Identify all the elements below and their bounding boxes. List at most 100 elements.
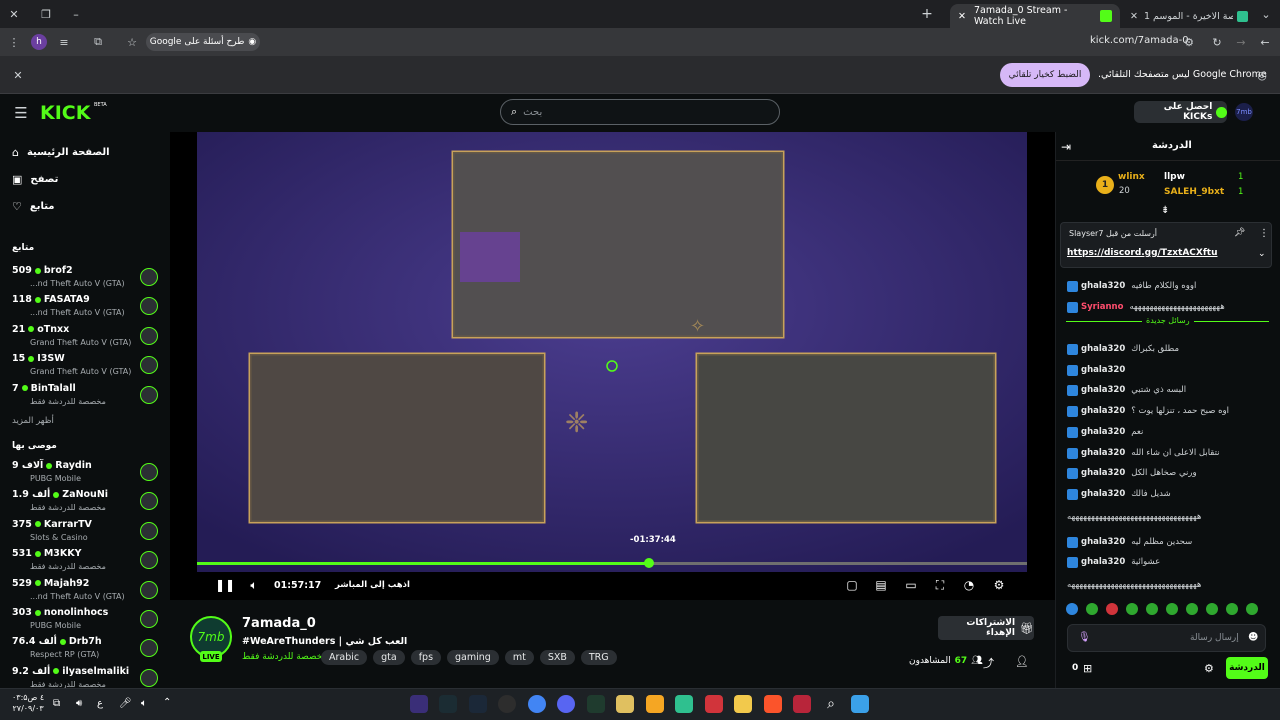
chrome-taskbar-icon[interactable] xyxy=(528,695,546,713)
sidebar-channel[interactable]: 1.9 ألف ZaNouNi مخصصة للدردشة فقط xyxy=(0,488,170,517)
collapse-chat-icon[interactable]: ⇥ xyxy=(1061,140,1071,154)
pinned-menu-icon[interactable]: ⋮ xyxy=(1259,228,1269,239)
emote-icon[interactable] xyxy=(1206,603,1218,615)
file-explorer-icon[interactable] xyxy=(734,695,752,713)
network-icon[interactable]: ⧉ xyxy=(53,698,60,709)
steam-icon[interactable] xyxy=(469,695,487,713)
address-bar[interactable]: kick.com/7amada-0 xyxy=(1090,35,1189,46)
expand-leaderboard-icon[interactable]: ⇟ xyxy=(1161,205,1169,216)
chat-username[interactable]: ghala320 xyxy=(1081,406,1125,416)
keyboard-language[interactable]: ع xyxy=(97,698,103,709)
stream-tag[interactable]: gta xyxy=(373,650,405,665)
sidebar-channel[interactable]: 531 M3KKY مخصصة للدردشة فقط xyxy=(0,547,170,576)
obs-icon[interactable] xyxy=(498,695,516,713)
chat-input[interactable]: 🎙︎ إرسال رسالة ☻ xyxy=(1067,624,1266,652)
site-settings-icon[interactable]: ⚙ xyxy=(1181,34,1197,50)
emote-icon[interactable] xyxy=(1246,603,1258,615)
user-avatar[interactable]: 7mb xyxy=(1235,103,1253,121)
leader-name[interactable]: wlinx xyxy=(1118,172,1145,182)
theater-mode-icon[interactable]: ▤ xyxy=(872,576,890,594)
forward-icon[interactable]: → xyxy=(1233,34,1249,50)
nav-home[interactable]: ⌂ الصفحة الرئيسية xyxy=(12,146,110,159)
close-window-icon[interactable]: ✕ xyxy=(6,6,22,22)
stream-tag[interactable]: SXB xyxy=(539,650,575,665)
app4-icon[interactable] xyxy=(675,695,693,713)
emote-icon[interactable] xyxy=(1186,603,1198,615)
chat-username[interactable]: ghala320 xyxy=(1081,557,1125,567)
quality-icon[interactable]: ◔ xyxy=(960,576,978,594)
stream-tag[interactable]: gaming xyxy=(447,650,499,665)
new-tab-icon[interactable]: + xyxy=(920,6,934,22)
terminal-icon[interactable] xyxy=(439,695,457,713)
share-icon[interactable]: ⤴ xyxy=(983,655,994,671)
minimize-icon[interactable]: – xyxy=(68,6,84,22)
sidebar-channel[interactable]: 7 BinTalall مخصصة للدردشة فقط xyxy=(0,382,170,411)
pause-icon[interactable]: ❚❚ xyxy=(215,576,235,594)
app3-icon[interactable] xyxy=(646,695,664,713)
sidebar-channel[interactable]: 509 brof2 ...nd Theft Auto V (GTA) xyxy=(0,264,170,293)
search-box[interactable]: ⌕ بحث xyxy=(500,99,780,125)
follow-user-icon[interactable]: 👤︎ xyxy=(1015,655,1029,668)
emote-icon[interactable] xyxy=(1106,603,1118,615)
show-more-link[interactable]: أظهر المزيد xyxy=(12,416,54,426)
discord-icon[interactable] xyxy=(557,695,575,713)
sidebar-channel[interactable]: 76.4 ألف Drb7h Respect RP (GTA) xyxy=(0,635,170,664)
leader-name[interactable]: SALEH_9bxt xyxy=(1164,187,1224,197)
emote-icon[interactable] xyxy=(1066,603,1078,615)
leader-name[interactable]: llpw xyxy=(1164,172,1185,182)
tab-search-icon[interactable]: ⌄ xyxy=(1258,6,1274,22)
google-lens-chip[interactable]: ◉ طرح أسئلة على Google xyxy=(146,33,260,51)
kick-logo[interactable]: KICK xyxy=(40,102,90,124)
show-hidden-icons[interactable]: ⌃ xyxy=(163,697,171,708)
close-infobar-icon[interactable]: ✕ xyxy=(10,67,26,83)
chat-username[interactable]: ghala320 xyxy=(1081,344,1125,354)
brave-icon[interactable] xyxy=(764,695,782,713)
app5-icon[interactable] xyxy=(705,695,723,713)
windows-start-icon[interactable] xyxy=(851,695,869,713)
microphone-icon[interactable]: 🎙︎ xyxy=(1078,632,1091,643)
speaker-tray-icon[interactable]: 🔈︎ xyxy=(141,698,147,709)
gift-subs-button[interactable]: 🎁︎ الاشتراكات الإهداء xyxy=(938,616,1034,640)
emoji-picker-icon[interactable]: ☻ xyxy=(1248,632,1258,643)
sidebar-channel[interactable]: 529 Majah92 ...nd Theft Auto V (GTA) xyxy=(0,577,170,606)
reload-icon[interactable]: ↻ xyxy=(1209,34,1225,50)
discord-link[interactable]: https://discord.gg/TzxtACXftu xyxy=(1067,248,1217,258)
tab-close-icon[interactable]: ✕ xyxy=(958,11,966,22)
bookmark-star-icon[interactable]: ☆ xyxy=(124,34,140,50)
emote-icon[interactable] xyxy=(1166,603,1178,615)
volume-tray-icon[interactable]: 🔊︎ xyxy=(76,698,82,709)
stream-tag[interactable]: TRG xyxy=(580,650,617,665)
send-chat-button[interactable]: الدردشة xyxy=(1226,657,1268,679)
go-live-button[interactable]: اذهب إلى المباشر xyxy=(335,580,410,590)
sidebar-channel[interactable]: 375 KarrarTV Slots & Casino xyxy=(0,518,170,547)
chat-username[interactable]: Syrianno xyxy=(1081,302,1123,312)
back-icon[interactable]: ← xyxy=(1257,34,1273,50)
app2-icon[interactable] xyxy=(587,695,605,713)
chat-username[interactable]: ghala320 xyxy=(1081,281,1125,291)
kicks-store-icon[interactable]: ⊞ xyxy=(1083,662,1092,675)
maximize-icon[interactable]: ❐ xyxy=(38,6,54,22)
set-default-button[interactable]: الضبط كخيار تلقائي xyxy=(1000,63,1090,87)
sidebar-channel[interactable]: 9 آلاف Raydin PUBG Mobile xyxy=(0,459,170,488)
clip-icon[interactable]: ▢ xyxy=(843,576,861,594)
sidebar-channel[interactable]: 118 FASATA9 ...nd Theft Auto V (GTA) xyxy=(0,293,170,322)
chat-username[interactable]: ghala320 xyxy=(1081,365,1125,375)
chat-settings-icon[interactable]: ⚙ xyxy=(1204,662,1214,675)
chat-username[interactable]: ghala320 xyxy=(1081,489,1125,499)
emote-icon[interactable] xyxy=(1226,603,1238,615)
search-taskbar-icon[interactable]: ⌕ xyxy=(822,695,840,713)
sidebar-channel[interactable]: 21 oTnxx Grand Theft Auto V (GTA) xyxy=(0,323,170,352)
tab-kick-stream[interactable]: ✕ 7amada_0 Stream - Watch Live xyxy=(950,4,1120,28)
emote-icon[interactable] xyxy=(1146,603,1158,615)
stream-tag[interactable]: mt xyxy=(504,650,534,665)
tab-close-icon[interactable]: ✕ xyxy=(1130,11,1138,22)
extensions-icon[interactable]: ⧉ xyxy=(90,34,106,50)
streamer-name[interactable]: 7amada_0 xyxy=(242,616,316,631)
video-player[interactable]: ✧ ❈ -01:37:44 xyxy=(170,132,1055,600)
stream-category[interactable]: مخصصة للدردشة فقط xyxy=(242,652,327,662)
mini-player-icon[interactable]: ▭ xyxy=(902,576,920,594)
app6-icon[interactable] xyxy=(793,695,811,713)
sidebar-channel[interactable]: 303 nonolinhocs PUBG Mobile xyxy=(0,606,170,635)
profile-avatar[interactable]: h xyxy=(31,34,47,50)
emote-icon[interactable] xyxy=(1126,603,1138,615)
